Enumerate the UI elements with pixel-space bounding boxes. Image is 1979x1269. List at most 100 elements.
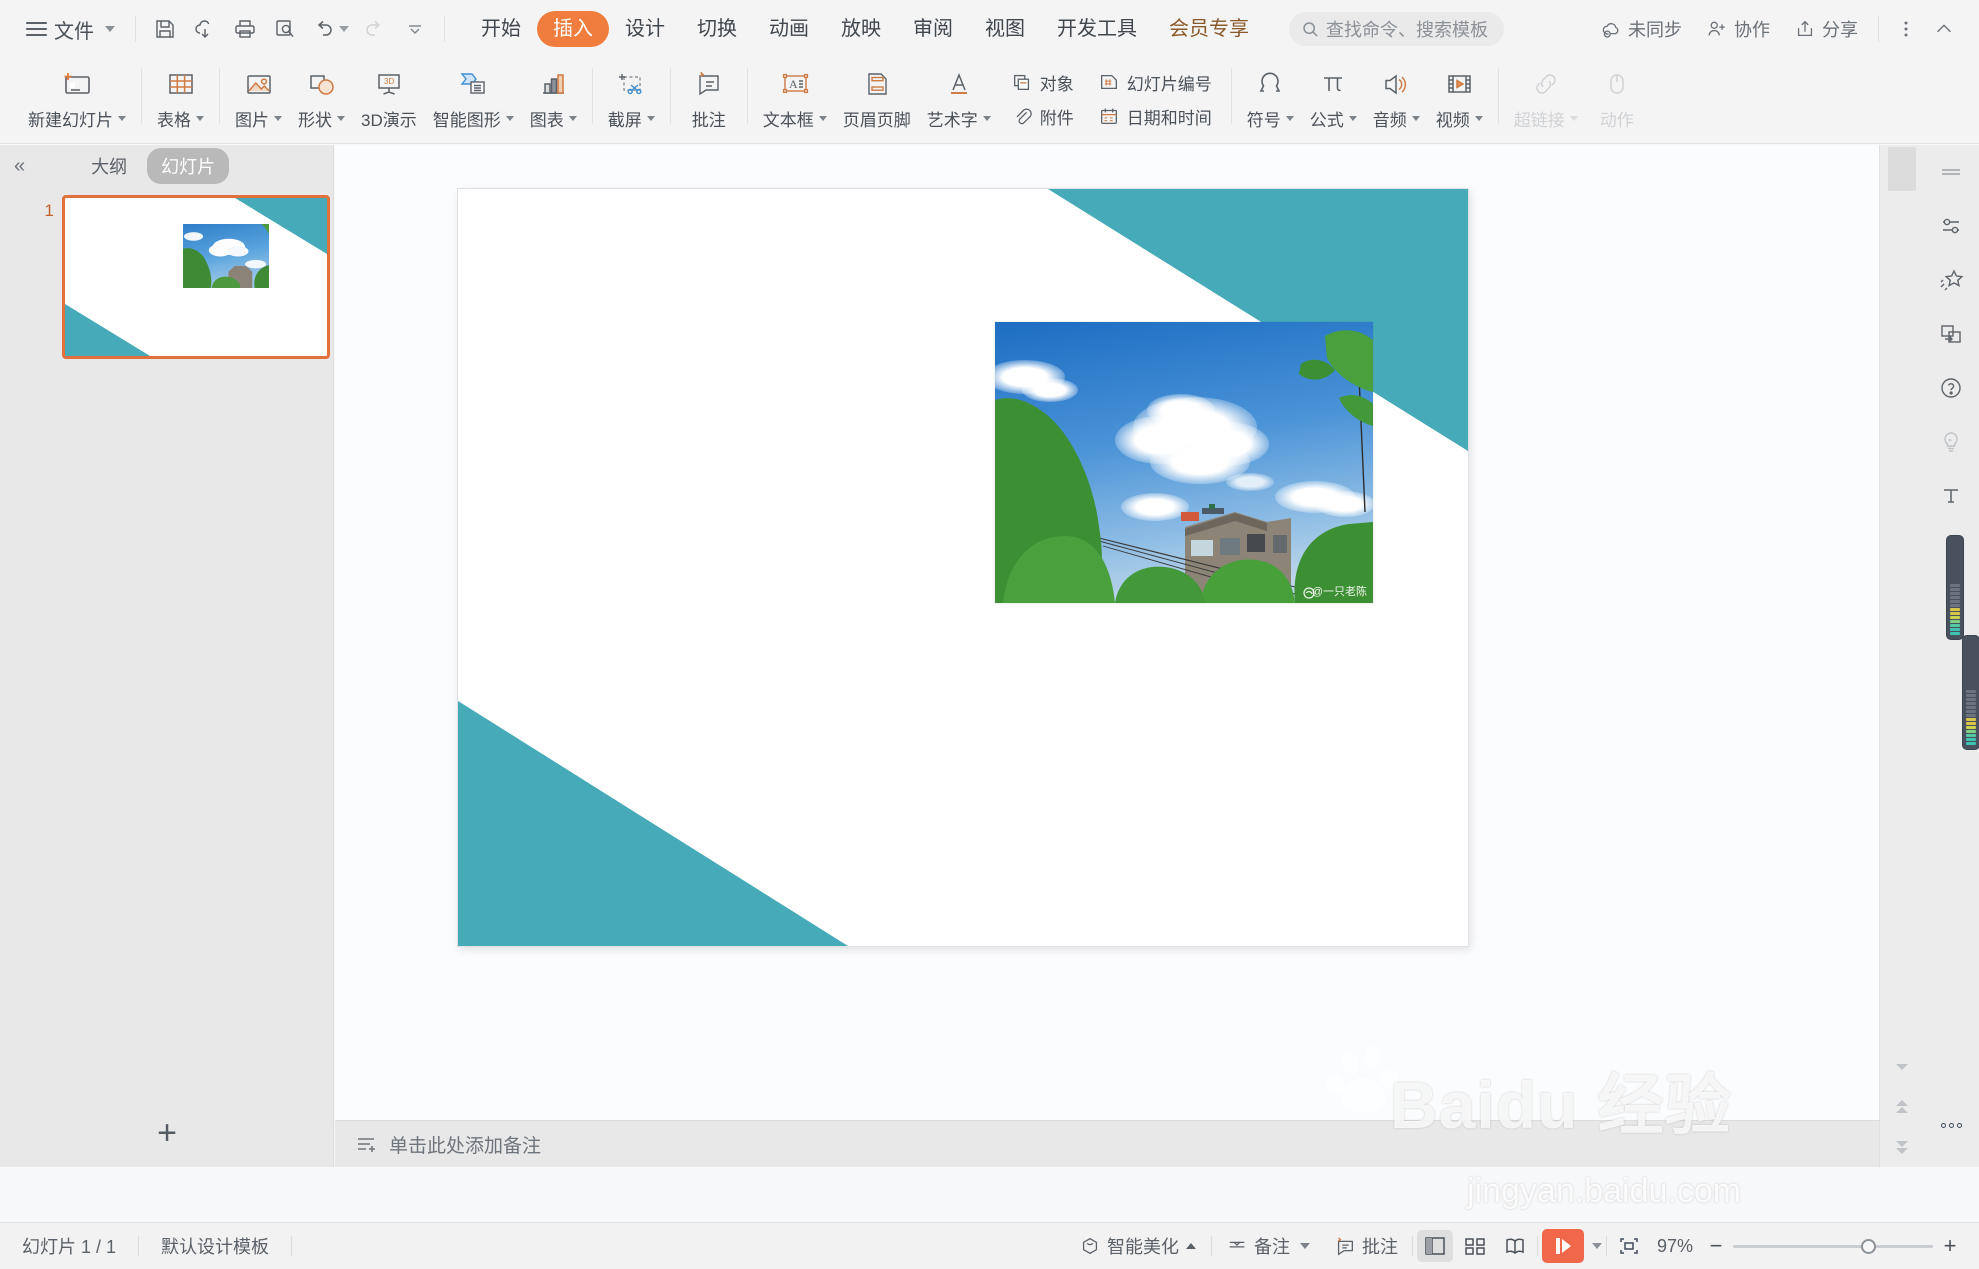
panel-handle[interactable]	[1923, 145, 1979, 199]
text-tool-button[interactable]	[1923, 469, 1979, 523]
properties-button[interactable]	[1923, 199, 1979, 253]
header-right-actions: 未同步 协作 分享	[1590, 0, 1979, 58]
template-name[interactable]: 默认设计模板	[139, 1232, 291, 1260]
zoom-slider-knob[interactable]	[1861, 1238, 1876, 1254]
sync-status-button[interactable]: 未同步	[1590, 10, 1692, 48]
ribbon-audio[interactable]: 音频	[1365, 58, 1428, 140]
help-button[interactable]	[1923, 361, 1979, 415]
ribbon-attachment[interactable]: 附件	[1003, 100, 1082, 132]
tab-member-exclusive[interactable]: 会员专享	[1153, 11, 1265, 47]
ribbon-symbol[interactable]: 符号	[1239, 58, 1302, 140]
tab-animation[interactable]: 动画	[753, 11, 825, 47]
collapse-panel-button[interactable]: «	[14, 155, 25, 178]
search-input[interactable]: 查找命令、搜索模板	[1289, 12, 1504, 46]
customize-quick-access-button[interactable]	[396, 10, 434, 48]
tab-design[interactable]: 设计	[609, 11, 681, 47]
add-person-icon	[1708, 21, 1725, 36]
ribbon-action[interactable]: 动作	[1586, 58, 1648, 140]
previous-slide-button[interactable]	[1880, 1087, 1924, 1127]
chevron-down-icon[interactable]	[1591, 1243, 1602, 1249]
kebab-menu-icon	[1904, 21, 1908, 37]
smart-beautify-button[interactable]: 智能美化	[1069, 1228, 1207, 1264]
ribbon-object[interactable]: 对象	[1003, 66, 1082, 98]
svg-text:A: A	[789, 77, 798, 91]
slide-count-indicator[interactable]: 幻灯片 1 / 1	[0, 1232, 138, 1260]
notes-toggle-button[interactable]: 备注	[1216, 1228, 1320, 1264]
zoom-out-button[interactable]: −	[1703, 1233, 1729, 1259]
ribbon-attachment-label: 附件	[1039, 108, 1074, 128]
replace-shape-button[interactable]	[1923, 307, 1979, 361]
cloud-offline-icon	[1602, 23, 1619, 38]
sparkle-star-icon	[1940, 269, 1964, 291]
redo-button[interactable]	[356, 10, 394, 48]
fit-to-window-button[interactable]	[1611, 1230, 1647, 1262]
undo-button[interactable]	[306, 10, 354, 48]
print-preview-button[interactable]	[266, 10, 304, 48]
ribbon-video[interactable]: 视频	[1428, 58, 1491, 140]
comment-toggle-button[interactable]: 批注	[1324, 1228, 1408, 1264]
idea-button[interactable]	[1923, 415, 1979, 469]
cloud-save-icon[interactable]	[186, 10, 224, 48]
ribbon-date-time[interactable]: 日期和时间	[1090, 100, 1220, 132]
slide-editor-surface[interactable]: @一只老陈	[458, 189, 1468, 946]
ribbon-picture[interactable]: 图片	[227, 58, 290, 140]
ribbon-header-footer[interactable]: 页眉页脚	[835, 58, 919, 140]
ribbon-shape[interactable]: 形状	[290, 58, 353, 140]
ribbon-3d-presentation[interactable]: 3D 3D演示	[353, 58, 425, 140]
ribbon-comment[interactable]: 批注	[678, 58, 740, 140]
audio-level-meter-top[interactable]	[1946, 535, 1964, 640]
start-slideshow-button[interactable]	[1541, 1229, 1584, 1263]
print-button[interactable]	[226, 10, 264, 48]
ribbon-slide-number[interactable]: 幻灯片编号	[1090, 66, 1220, 98]
slide-photo-object[interactable]: @一只老陈	[995, 322, 1373, 603]
beautify-button[interactable]	[1923, 253, 1979, 307]
scrollbar-thumb[interactable]	[1888, 147, 1916, 191]
tab-slideshow[interactable]: 放映	[825, 11, 897, 47]
divider	[746, 68, 748, 124]
tab-transition[interactable]: 切换	[681, 11, 753, 47]
tab-review[interactable]: 审阅	[897, 11, 969, 47]
slide-panel-tabs: 大纲 幻灯片	[77, 148, 230, 184]
save-button[interactable]	[146, 10, 184, 48]
tab-slides[interactable]: 幻灯片	[147, 148, 230, 184]
ribbon-smartart[interactable]: 智能图形	[425, 58, 522, 140]
thumbnail-slide-1[interactable]	[62, 195, 330, 359]
slide-canvas-area[interactable]: @一只老陈	[335, 145, 1879, 1167]
slide-sorter-button[interactable]	[1457, 1230, 1493, 1262]
ribbon-screenshot[interactable]: 截屏	[600, 58, 663, 140]
ribbon-table[interactable]: 表格	[149, 58, 212, 140]
collapse-ribbon-button[interactable]	[1927, 12, 1961, 46]
chevron-down-icon	[982, 116, 991, 121]
ribbon-formula[interactable]: 公式	[1302, 58, 1365, 140]
scroll-down-button[interactable]	[1880, 1047, 1924, 1087]
notes-placeholder: 单击此处添加备注	[389, 1135, 542, 1157]
zoom-slider[interactable]	[1733, 1238, 1933, 1254]
comment-icon	[1337, 1237, 1353, 1256]
ribbon-chart[interactable]: 图表	[522, 58, 585, 140]
grid-view-icon	[1465, 1238, 1485, 1255]
tab-start[interactable]: 开始	[465, 11, 537, 47]
tab-developer[interactable]: 开发工具	[1041, 11, 1153, 47]
ribbon-object-group: 对象 附件	[999, 58, 1086, 132]
canvas-scrollbar[interactable]	[1879, 145, 1923, 1167]
ribbon-hyperlink[interactable]: 超链接	[1506, 58, 1586, 140]
more-options-button[interactable]	[1889, 12, 1923, 46]
ribbon-wordart[interactable]: 艺术字	[919, 58, 999, 140]
normal-view-button[interactable]	[1416, 1230, 1453, 1262]
audio-level-meter-bottom[interactable]	[1962, 635, 1979, 750]
ribbon-new-slide[interactable]: 新建幻灯片	[20, 58, 134, 140]
tab-view[interactable]: 视图	[969, 11, 1041, 47]
add-slide-button[interactable]: +	[0, 1099, 334, 1167]
ribbon-slide-number-label: 幻灯片编号	[1126, 74, 1212, 94]
reading-view-button[interactable]	[1497, 1230, 1533, 1262]
ribbon-textbox[interactable]: A 文本框	[755, 58, 835, 140]
notes-pane[interactable]: 单击此处添加备注	[335, 1120, 1879, 1167]
collaborate-button[interactable]: 协作	[1696, 10, 1780, 48]
zoom-in-button[interactable]: +	[1937, 1233, 1963, 1259]
tab-outline[interactable]: 大纲	[77, 148, 141, 184]
tab-insert[interactable]: 插入	[537, 11, 609, 47]
rail-more-button[interactable]	[1923, 1105, 1979, 1145]
next-slide-button[interactable]	[1880, 1127, 1924, 1167]
share-button[interactable]: 分享	[1784, 10, 1868, 48]
file-menu-button[interactable]: 文件	[0, 0, 129, 58]
